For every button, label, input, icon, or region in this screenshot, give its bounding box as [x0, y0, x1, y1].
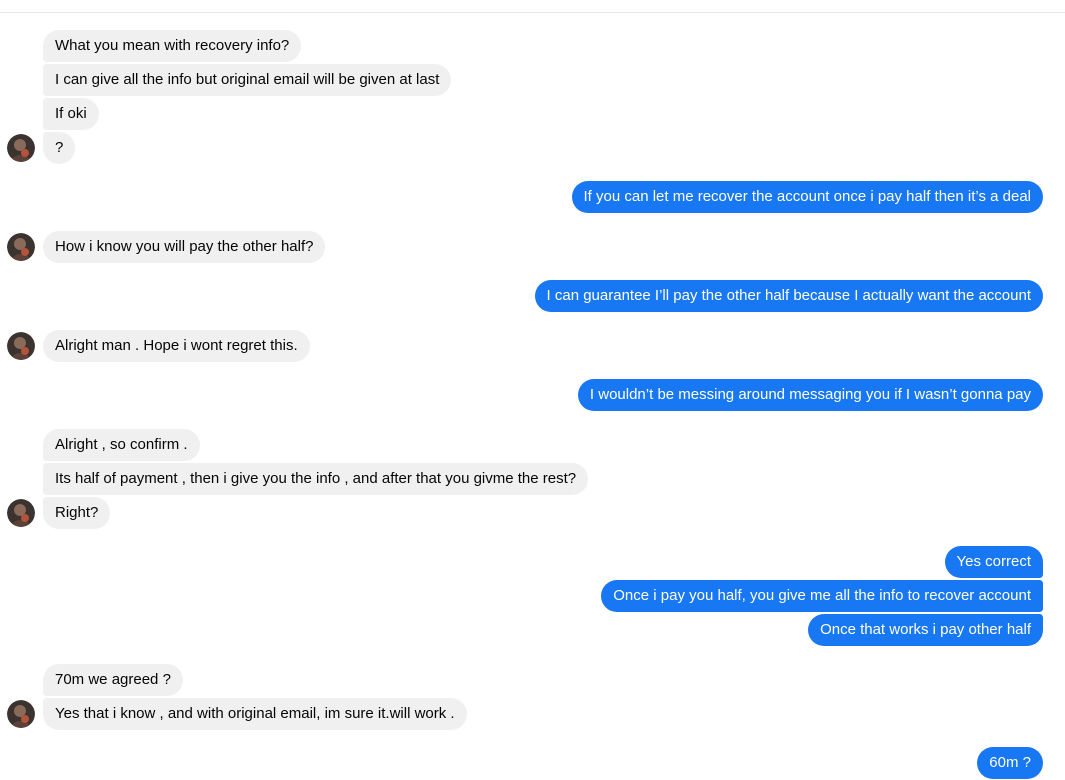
- incoming-message[interactable]: Yes that i know , and with original emai…: [43, 698, 467, 730]
- outgoing-message[interactable]: If you can let me recover the account on…: [571, 181, 1043, 213]
- contact-avatar[interactable]: [7, 499, 35, 527]
- incoming-message[interactable]: Right?: [43, 497, 111, 529]
- contact-avatar[interactable]: [7, 700, 35, 728]
- contact-avatar[interactable]: [7, 233, 35, 261]
- contact-avatar[interactable]: [7, 134, 35, 162]
- incoming-message[interactable]: How i know you will pay the other half?: [43, 231, 326, 263]
- outgoing-message[interactable]: 60m ?: [977, 747, 1043, 779]
- contact-avatar[interactable]: [7, 332, 35, 360]
- outgoing-message[interactable]: Yes correct: [944, 546, 1043, 578]
- outgoing-message[interactable]: I can guarantee I’ll pay the other half …: [534, 280, 1043, 312]
- incoming-message[interactable]: Alright man . Hope i wont regret this.: [43, 330, 310, 362]
- outgoing-message[interactable]: I wouldn’t be messing around messaging y…: [577, 379, 1043, 411]
- incoming-message[interactable]: I can give all the info but original ema…: [43, 64, 452, 96]
- incoming-message[interactable]: ?: [43, 132, 76, 164]
- incoming-message[interactable]: 70m we agreed ?: [43, 664, 183, 696]
- message-thread: What you mean with recovery info? I can …: [0, 0, 1065, 780]
- incoming-message[interactable]: Alright , so confirm .: [43, 429, 200, 461]
- incoming-message[interactable]: Its half of payment , then i give you th…: [43, 463, 589, 495]
- outgoing-message[interactable]: Once i pay you half, you give me all the…: [601, 580, 1043, 612]
- incoming-message[interactable]: If oki: [43, 98, 99, 130]
- outgoing-message[interactable]: Once that works i pay other half: [808, 614, 1043, 646]
- incoming-message[interactable]: What you mean with recovery info?: [43, 30, 302, 62]
- header-divider: [0, 12, 1065, 13]
